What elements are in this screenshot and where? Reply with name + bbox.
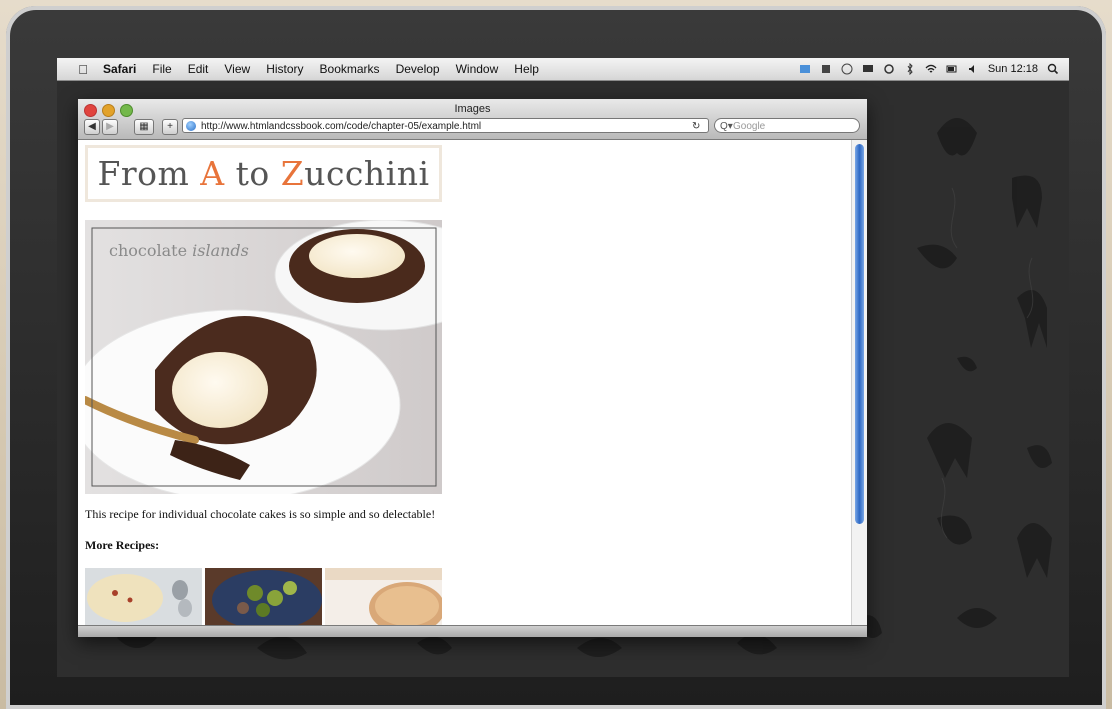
logo-part-4: Z xyxy=(280,154,305,193)
add-icon[interactable]: + xyxy=(162,119,178,135)
back-icon[interactable]: ◀ xyxy=(84,119,100,135)
dropbox-icon[interactable] xyxy=(799,63,811,75)
hero-image: chocolate islands xyxy=(85,220,442,494)
search-icon: Q▾ xyxy=(720,121,733,132)
hero-overlay-plain: chocolate xyxy=(109,241,192,260)
volume-icon[interactable] xyxy=(967,63,979,75)
wifi-icon[interactable] xyxy=(925,63,937,75)
bookmark-icon[interactable]: ▦ xyxy=(134,119,154,135)
tart-photo xyxy=(325,568,442,625)
reload-icon[interactable]: ↻ xyxy=(692,118,700,135)
sync-icon[interactable] xyxy=(883,63,895,75)
display-icon[interactable] xyxy=(862,63,874,75)
battery-icon[interactable] xyxy=(946,63,958,75)
soup-photo xyxy=(85,568,202,625)
menu-bookmarks[interactable]: Bookmarks xyxy=(312,62,388,76)
menu-file[interactable]: File xyxy=(144,62,179,76)
clock-icon[interactable] xyxy=(841,63,853,75)
recipe-thumbnails xyxy=(85,568,442,625)
menu-help[interactable]: Help xyxy=(506,62,547,76)
laptop-frame:  Safari File Edit View History Bookmark… xyxy=(6,6,1106,709)
title-bar: Images ◀ ▶ ▦ + http://www.htmlandcssbook… xyxy=(78,99,867,140)
recipe-thumbnail-2[interactable] xyxy=(205,568,322,625)
hero-overlay-script: islands xyxy=(192,241,249,260)
spotlight-icon[interactable] xyxy=(1047,63,1059,75)
scroll-thumb[interactable] xyxy=(855,144,864,524)
url-text: http://www.htmlandcssbook.com/code/chapt… xyxy=(201,121,482,132)
recipe-thumbnail-3[interactable] xyxy=(325,568,442,625)
menu-window[interactable]: Window xyxy=(448,62,507,76)
window-title: Images xyxy=(454,103,491,115)
menu-history[interactable]: History xyxy=(258,62,311,76)
logo-part-5: ucchini xyxy=(304,154,430,193)
forward-icon[interactable]: ▶ xyxy=(102,119,118,135)
menu-safari[interactable]: Safari xyxy=(95,62,144,76)
more-recipes-heading: More Recipes: xyxy=(85,538,160,552)
sprouts-photo xyxy=(205,568,322,625)
screen:  Safari File Edit View History Bookmark… xyxy=(57,58,1069,677)
recipe-thumbnail-1[interactable] xyxy=(85,568,202,625)
clock-text[interactable]: Sun 12:18 xyxy=(988,63,1038,75)
search-placeholder: Google xyxy=(733,121,766,132)
scrollbar[interactable] xyxy=(851,140,867,625)
menu-view[interactable]: View xyxy=(216,62,258,76)
hero-overlay-text: chocolate islands xyxy=(109,241,249,260)
browser-window: Images ◀ ▶ ▦ + http://www.htmlandcssbook… xyxy=(78,99,867,637)
menu-edit[interactable]: Edit xyxy=(180,62,217,76)
search-field[interactable]: Q▾ Google xyxy=(714,118,860,133)
logo-text: From A to Zucchini xyxy=(88,148,439,199)
page-content: From A to Zucchini chocolate islands Thi… xyxy=(78,140,852,625)
evernote-icon[interactable] xyxy=(820,63,832,75)
bluetooth-icon[interactable] xyxy=(904,63,916,75)
menu-bar:  Safari File Edit View History Bookmark… xyxy=(57,58,1069,81)
recipe-caption: This recipe for individual chocolate cak… xyxy=(85,507,436,521)
status-bar xyxy=(78,625,867,637)
url-field[interactable]: http://www.htmlandcssbook.com/code/chapt… xyxy=(182,118,709,133)
menu-develop[interactable]: Develop xyxy=(388,62,448,76)
status-menus: Sun 12:18 xyxy=(799,63,1069,75)
logo-part-3: to xyxy=(224,154,281,193)
globe-icon xyxy=(186,121,196,131)
site-logo: From A to Zucchini xyxy=(85,145,442,202)
logo-part-2: A xyxy=(200,154,225,193)
chocolate-cake-photo: chocolate islands xyxy=(85,220,442,494)
apple-icon[interactable]:  xyxy=(71,62,95,77)
logo-part-1: From xyxy=(97,154,201,193)
